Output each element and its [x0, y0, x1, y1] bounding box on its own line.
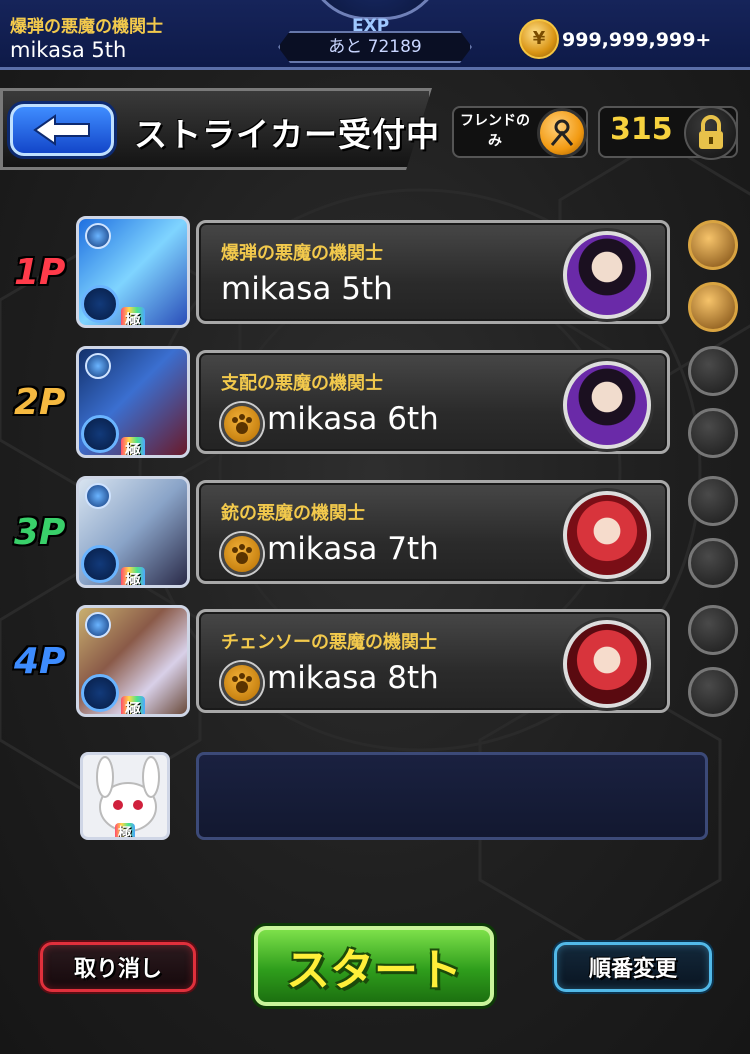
player-slot-label: 1P — [14, 252, 66, 293]
element-orb-icon — [85, 612, 111, 638]
element-orb-icon — [85, 353, 111, 379]
monster-portrait[interactable]: 極 — [76, 346, 190, 458]
player-row-3[interactable]: 3P 極 銃の悪魔の機関士 mikasa 7th — [0, 476, 750, 594]
player-avatar — [563, 231, 651, 319]
item-slot-1[interactable] — [688, 605, 738, 655]
player-name: mikasa 5th — [10, 38, 127, 62]
player-row-1[interactable]: 1P 極 爆弾の悪魔の機関士 mikasa 5th — [0, 216, 750, 334]
paw-icon — [232, 673, 252, 693]
skill-orb-icon — [81, 545, 119, 583]
rank-badge: 極 — [115, 823, 135, 837]
player-avatar — [563, 620, 651, 708]
item-slot-2[interactable] — [688, 282, 738, 332]
item-slot-1[interactable] — [688, 476, 738, 526]
skill-orb-icon — [81, 285, 119, 323]
rank-badge: 極 — [121, 437, 146, 455]
skill-orb-icon — [81, 415, 119, 453]
friend-only-toggle[interactable] — [537, 108, 587, 158]
item-slot-1[interactable] — [688, 346, 738, 396]
player-avatar — [563, 361, 651, 449]
player-slot-label: 4P — [14, 641, 66, 682]
page-title: ストライカー受付中 — [134, 115, 440, 154]
player-card: チェンソーの悪魔の機関士 mikasa 8th — [196, 609, 670, 713]
player-card: 銃の悪魔の機関士 mikasa 7th — [196, 480, 670, 584]
item-slot-2[interactable] — [688, 667, 738, 717]
monster-portrait[interactable]: 極 — [76, 476, 190, 588]
coin-count: 999,999,999+ — [562, 29, 712, 51]
friend-paw-icon — [221, 533, 263, 575]
item-slot-2[interactable] — [688, 538, 738, 588]
friend-filter-icon — [550, 119, 574, 146]
back-arrow-icon — [33, 114, 90, 146]
cancel-button[interactable]: 取り消し — [40, 942, 196, 992]
player-name-label: mikasa 5th — [221, 271, 393, 307]
item-slot-2[interactable] — [688, 408, 738, 458]
start-button[interactable]: スタート — [254, 926, 494, 1006]
player-card: 爆弾の悪魔の機関士 mikasa 5th — [196, 220, 670, 324]
coin-icon: ¥ — [519, 19, 559, 59]
rank-badge: 極 — [121, 696, 146, 714]
player-title: 銃の悪魔の機関士 — [221, 503, 365, 524]
player-avatar — [563, 491, 651, 579]
player-row-2[interactable]: 2P 極 支配の悪魔の機関士 mikasa 6th — [0, 346, 750, 464]
friend-paw-icon — [221, 662, 263, 704]
player-name-label: mikasa 8th — [267, 660, 439, 696]
player-card: 支配の悪魔の機関士 mikasa 6th — [196, 350, 670, 454]
player-name-label: mikasa 7th — [267, 531, 439, 567]
exp-remaining: あと 72189 — [278, 31, 472, 63]
player-title: チェンソーの悪魔の機関士 — [221, 632, 437, 653]
stamina-value: 315 — [610, 112, 673, 147]
friend-only-label: フレンドのみ — [460, 113, 530, 149]
monster-portrait[interactable]: 極 — [76, 216, 190, 328]
change-order-button[interactable]: 順番変更 — [554, 942, 712, 992]
rank-badge: 極 — [121, 567, 146, 585]
paw-icon — [232, 414, 252, 434]
helper-portrait[interactable]: 極 — [80, 752, 170, 840]
element-orb-icon — [85, 223, 111, 249]
lock-button[interactable] — [684, 106, 738, 160]
player-slot-label: 3P — [14, 512, 66, 553]
lock-icon — [699, 115, 723, 149]
paw-icon — [232, 544, 252, 564]
quest-title: 爆弾の悪魔の機関士 — [10, 17, 163, 37]
empty-player-slot[interactable] — [196, 752, 708, 840]
monster-portrait[interactable]: 極 — [76, 605, 190, 717]
back-button[interactable] — [10, 104, 114, 156]
skill-orb-icon — [81, 674, 119, 712]
player-name-label: mikasa 6th — [267, 401, 439, 437]
player-row-4[interactable]: 4P 極 チェンソーの悪魔の機関士 mikasa 8th — [0, 605, 750, 723]
player-slot-label: 2P — [14, 382, 66, 423]
item-slot-1[interactable] — [688, 220, 738, 270]
element-orb-icon — [85, 483, 111, 509]
rank-badge: 極 — [121, 307, 146, 325]
player-title: 支配の悪魔の機関士 — [221, 373, 383, 394]
friend-paw-icon — [221, 403, 263, 445]
player-title: 爆弾の悪魔の機関士 — [221, 243, 383, 264]
